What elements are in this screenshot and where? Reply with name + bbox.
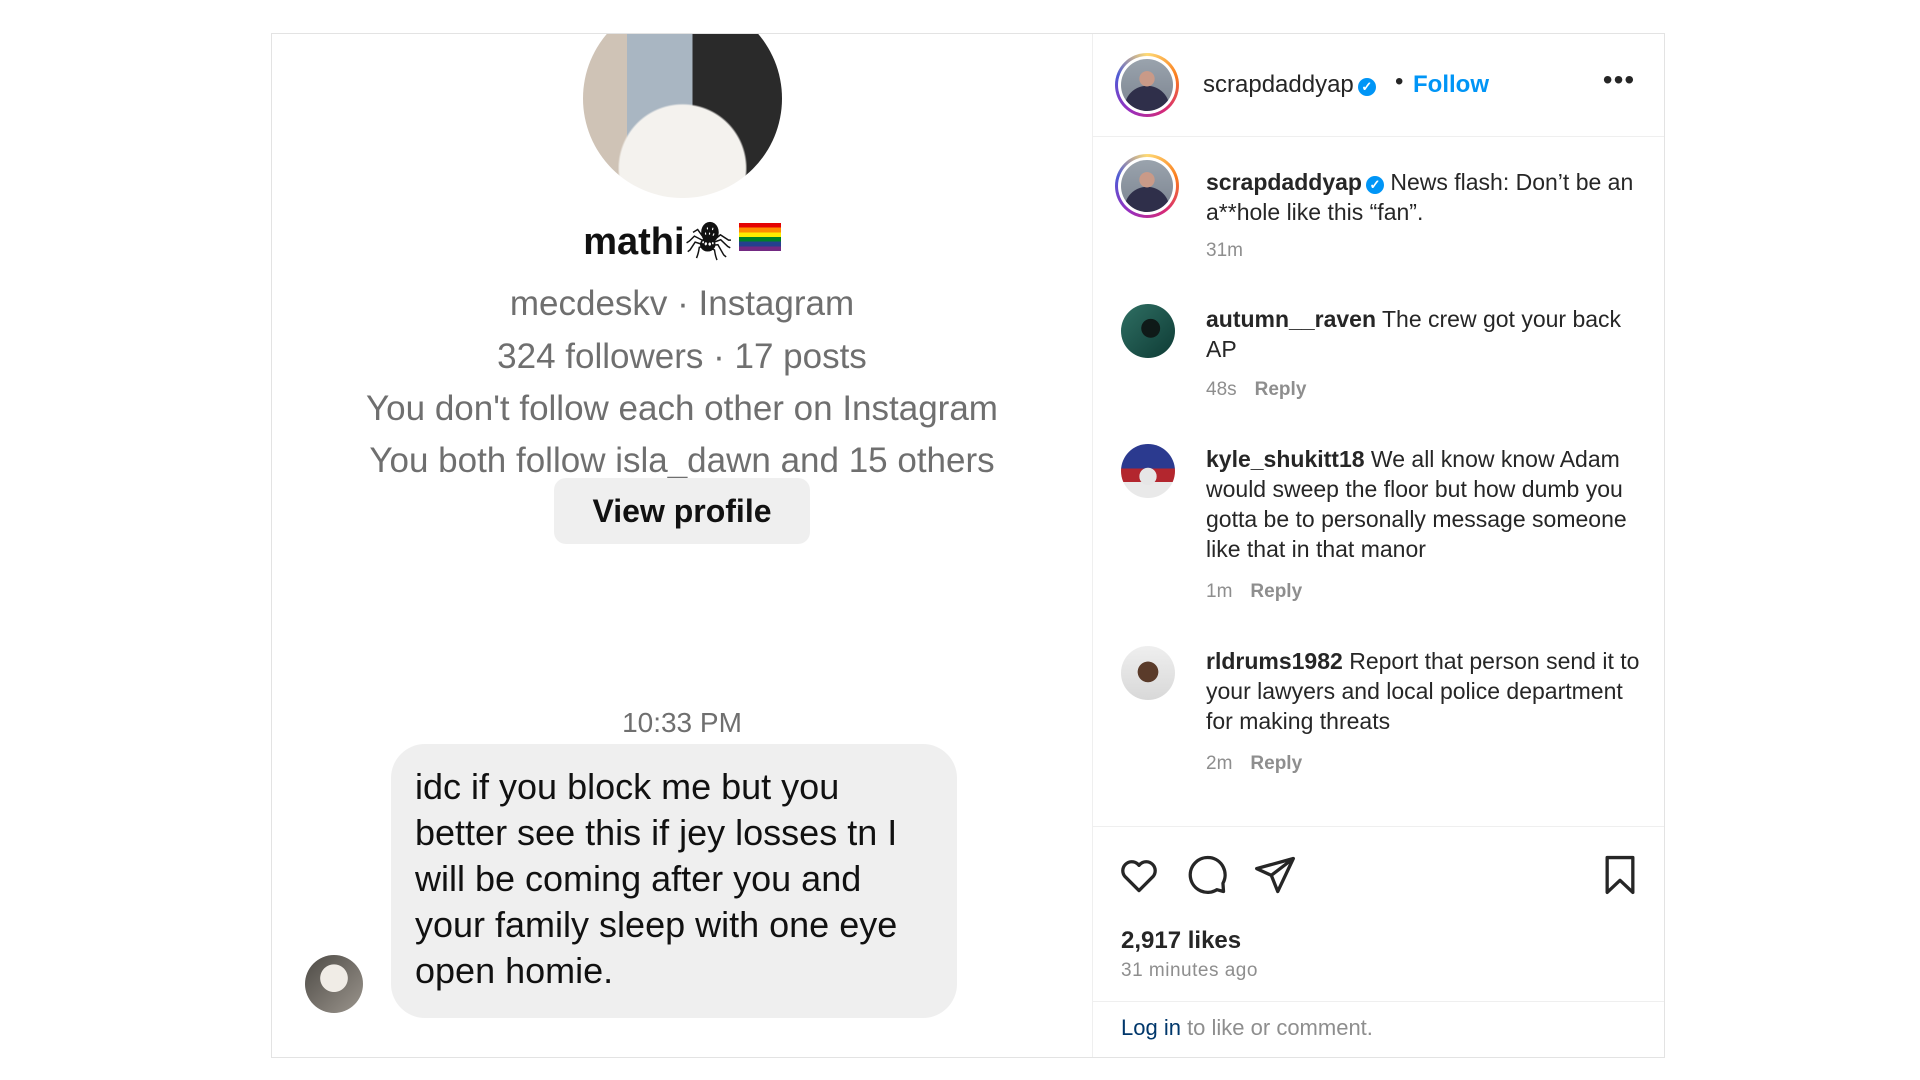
dm-timestamp: 10:33 PM <box>622 707 742 738</box>
post-card: mathi🕷 mecdeskv · Instagram 324 follower… <box>271 33 1665 1058</box>
post-header: scrapdaddyap ✓ • Follow ••• <box>1093 34 1664 137</box>
author-name-link[interactable]: scrapdaddyap ✓ <box>1203 71 1376 99</box>
comment-time[interactable]: 48s <box>1206 379 1237 400</box>
comment-meta: 48s Reply <box>1206 379 1306 401</box>
comment-body: autumn__raven The crew got your back AP <box>1206 304 1646 364</box>
follow-button[interactable]: Follow <box>1413 71 1489 99</box>
dm-mutuals: You both follow isla_dawn and 15 others <box>369 441 995 480</box>
rainbow-flag-icon <box>738 223 781 251</box>
caption-author[interactable]: scrapdaddyap <box>1206 169 1362 195</box>
comment-time[interactable]: 1m <box>1206 581 1232 602</box>
dm-stats-line: 324 followers · 17 posts <box>497 337 867 376</box>
caption-author-avatar[interactable] <box>1115 154 1179 218</box>
heart-icon[interactable] <box>1117 853 1161 897</box>
verified-icon: ✓ <box>1357 78 1376 96</box>
comment-username[interactable]: kyle_shukitt18 <box>1206 446 1365 472</box>
comment-time[interactable]: 2m <box>1206 753 1232 774</box>
posted-time[interactable]: 31 minutes ago <box>1121 960 1258 982</box>
post-media: mathi🕷 mecdeskv · Instagram 324 follower… <box>272 34 1093 1057</box>
comment-username[interactable]: autumn__raven <box>1206 306 1376 332</box>
post-sidebar: scrapdaddyap ✓ • Follow ••• scrapdaddyap ✓… <box>1093 34 1664 1057</box>
bookmark-icon[interactable] <box>1598 853 1642 897</box>
comment-avatar[interactable] <box>1121 646 1175 700</box>
dm-sender-avatar <box>305 955 363 1013</box>
more-icon[interactable]: ••• <box>1601 64 1637 95</box>
comment-body: kyle_shukitt18 We all know know Adam wou… <box>1206 444 1646 564</box>
reply-button[interactable]: Reply <box>1250 581 1302 602</box>
login-suffix: to like or comment. <box>1180 1015 1373 1040</box>
dm-follow-status: You don't follow each other on Instagram <box>366 389 998 428</box>
dm-handle-line: mecdeskv · Instagram <box>509 284 855 323</box>
dm-profile-picture <box>583 34 782 198</box>
comment-icon[interactable] <box>1185 853 1229 897</box>
likes-count[interactable]: 2,917 likes <box>1121 927 1241 955</box>
login-prompt: Log in to like or comment. <box>1093 1001 1664 1057</box>
dm-display-name: mathi🕷 <box>272 220 1092 264</box>
dm-name-text: mathi <box>583 221 685 263</box>
post-actions: 2,917 likes 31 minutes ago Log in to lik… <box>1093 826 1664 1056</box>
author-avatar[interactable] <box>1115 53 1179 117</box>
caption-meta: 31m <box>1206 240 1243 262</box>
caption-body: scrapdaddyap ✓ News flash: Don’t be an a*… <box>1206 167 1646 227</box>
comment-username[interactable]: rldrums1982 <box>1206 648 1343 674</box>
view-profile-button: View profile <box>554 478 810 544</box>
comment-meta: 1m Reply <box>1206 581 1302 603</box>
reply-button[interactable]: Reply <box>1255 379 1307 400</box>
author-username[interactable]: scrapdaddyap <box>1203 71 1354 98</box>
spider-icon: 🕷 <box>684 221 733 263</box>
login-link[interactable]: Log in <box>1121 1015 1181 1040</box>
comment-avatar[interactable] <box>1121 304 1175 358</box>
verified-icon: ✓ <box>1365 176 1384 194</box>
comment-avatar[interactable] <box>1121 444 1175 498</box>
comment-meta: 2m Reply <box>1206 753 1302 775</box>
caption-time[interactable]: 31m <box>1206 240 1243 261</box>
reply-button[interactable]: Reply <box>1250 753 1302 774</box>
comment-body: rldrums1982 Report that person send it t… <box>1206 646 1646 736</box>
share-icon[interactable] <box>1253 853 1297 897</box>
dm-message-bubble: idc if you block me but you better see t… <box>391 744 957 1018</box>
separator-dot: • <box>1395 68 1404 95</box>
